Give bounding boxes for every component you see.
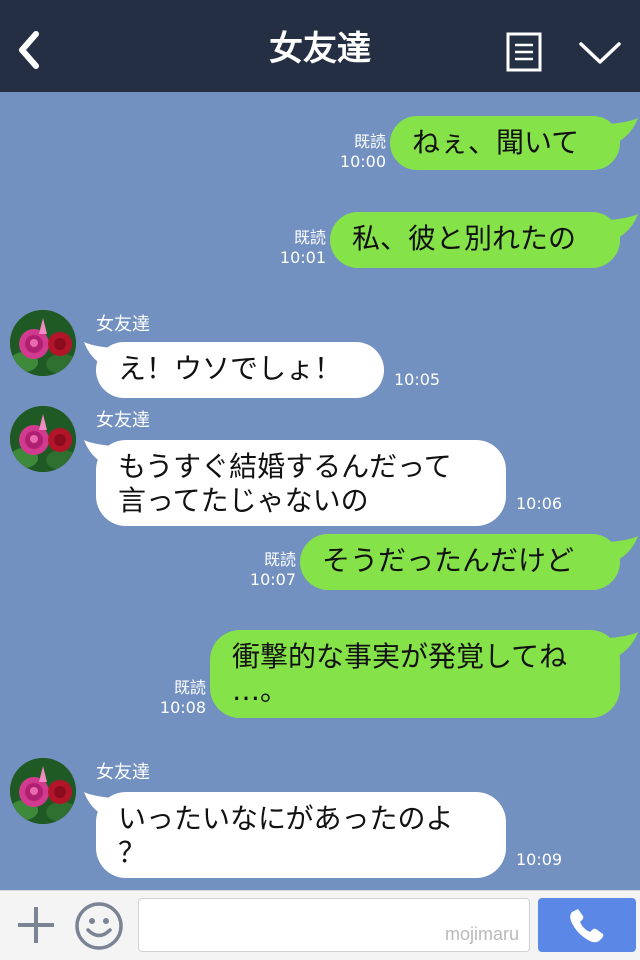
- message-row: 既読 10:01 私、彼と別れたの: [0, 210, 640, 270]
- read-receipt: 既読: [173, 678, 206, 697]
- message-row: 既読 10:08 衝撃的な事実が発覚してね …。: [0, 628, 640, 720]
- rose-avatar-image: [10, 758, 76, 824]
- message-row: 女友達 もうすぐ結婚するんだって 言ってたじゃないの 10:06: [0, 404, 640, 528]
- sender-name: 女友達: [96, 410, 150, 431]
- message-time: 10:07: [249, 570, 296, 589]
- message-time: 10:08: [159, 698, 206, 717]
- phone-icon: [570, 909, 604, 943]
- message-meta: 既読 10:07: [240, 550, 296, 590]
- read-receipt: 既読: [263, 550, 296, 569]
- message-bubble-mine[interactable]: ねぇ、聞いて: [390, 116, 620, 170]
- call-button[interactable]: [538, 898, 636, 952]
- bubble-tail: [610, 632, 638, 656]
- chat-title: 女友達: [269, 29, 371, 69]
- read-receipt: 既読: [353, 132, 386, 151]
- rose-avatar-image: [10, 310, 76, 376]
- chat-area[interactable]: 既読 10:00 ねぇ、聞いて 既読 10:01 私、彼と別れたの 女友達 え！…: [0, 92, 640, 890]
- message-input-bar: mojimaru: [0, 890, 640, 960]
- chat-header: 女友達: [0, 0, 640, 92]
- bubble-tail: [610, 118, 638, 142]
- watermark: mojimaru: [444, 924, 519, 944]
- read-receipt: 既読: [293, 228, 326, 247]
- message-bubble-theirs[interactable]: もうすぐ結婚するんだって 言ってたじゃないの: [96, 440, 506, 526]
- message-row: 女友達 え！ウソでしょ！ 10:05: [0, 306, 640, 406]
- message-bubble-theirs[interactable]: え！ウソでしょ！: [96, 342, 384, 398]
- message-row: 女友達 いったいなにがあったのよ ？ 10:09: [0, 756, 640, 882]
- bubble-tail: [610, 214, 638, 238]
- chevron-down-icon[interactable]: [578, 38, 622, 68]
- message-row: 既読 10:00 ねぇ、聞いて: [0, 114, 640, 174]
- message-input[interactable]: mojimaru: [138, 898, 530, 952]
- message-time: 10:05: [394, 370, 441, 389]
- message-bubble-mine[interactable]: 衝撃的な事実が発覚してね …。: [210, 630, 620, 718]
- sender-name: 女友達: [96, 762, 150, 783]
- message-bubble-theirs[interactable]: いったいなにがあったのよ ？: [96, 792, 506, 878]
- message-row: 既読 10:07 そうだったんだけど: [0, 532, 640, 592]
- message-time: 10:01: [279, 248, 326, 267]
- plus-icon[interactable]: [14, 903, 58, 947]
- message-bubble-mine[interactable]: 私、彼と別れたの: [330, 212, 620, 268]
- message-bubble-mine[interactable]: そうだったんだけど: [300, 534, 620, 590]
- avatar[interactable]: [10, 406, 76, 472]
- message-meta: 既読 10:01: [270, 228, 326, 268]
- message-meta: 既読 10:00: [330, 132, 386, 172]
- message-time: 10:09: [516, 850, 563, 869]
- message-time: 10:00: [339, 152, 386, 171]
- message-time: 10:06: [516, 494, 563, 513]
- avatar[interactable]: [10, 310, 76, 376]
- smile-icon[interactable]: [74, 901, 124, 951]
- rose-avatar-image: [10, 406, 76, 472]
- bubble-tail: [610, 536, 638, 560]
- avatar[interactable]: [10, 758, 76, 824]
- message-meta: 既読 10:08: [150, 678, 206, 718]
- notes-icon[interactable]: [506, 32, 542, 72]
- sender-name: 女友達: [96, 314, 150, 335]
